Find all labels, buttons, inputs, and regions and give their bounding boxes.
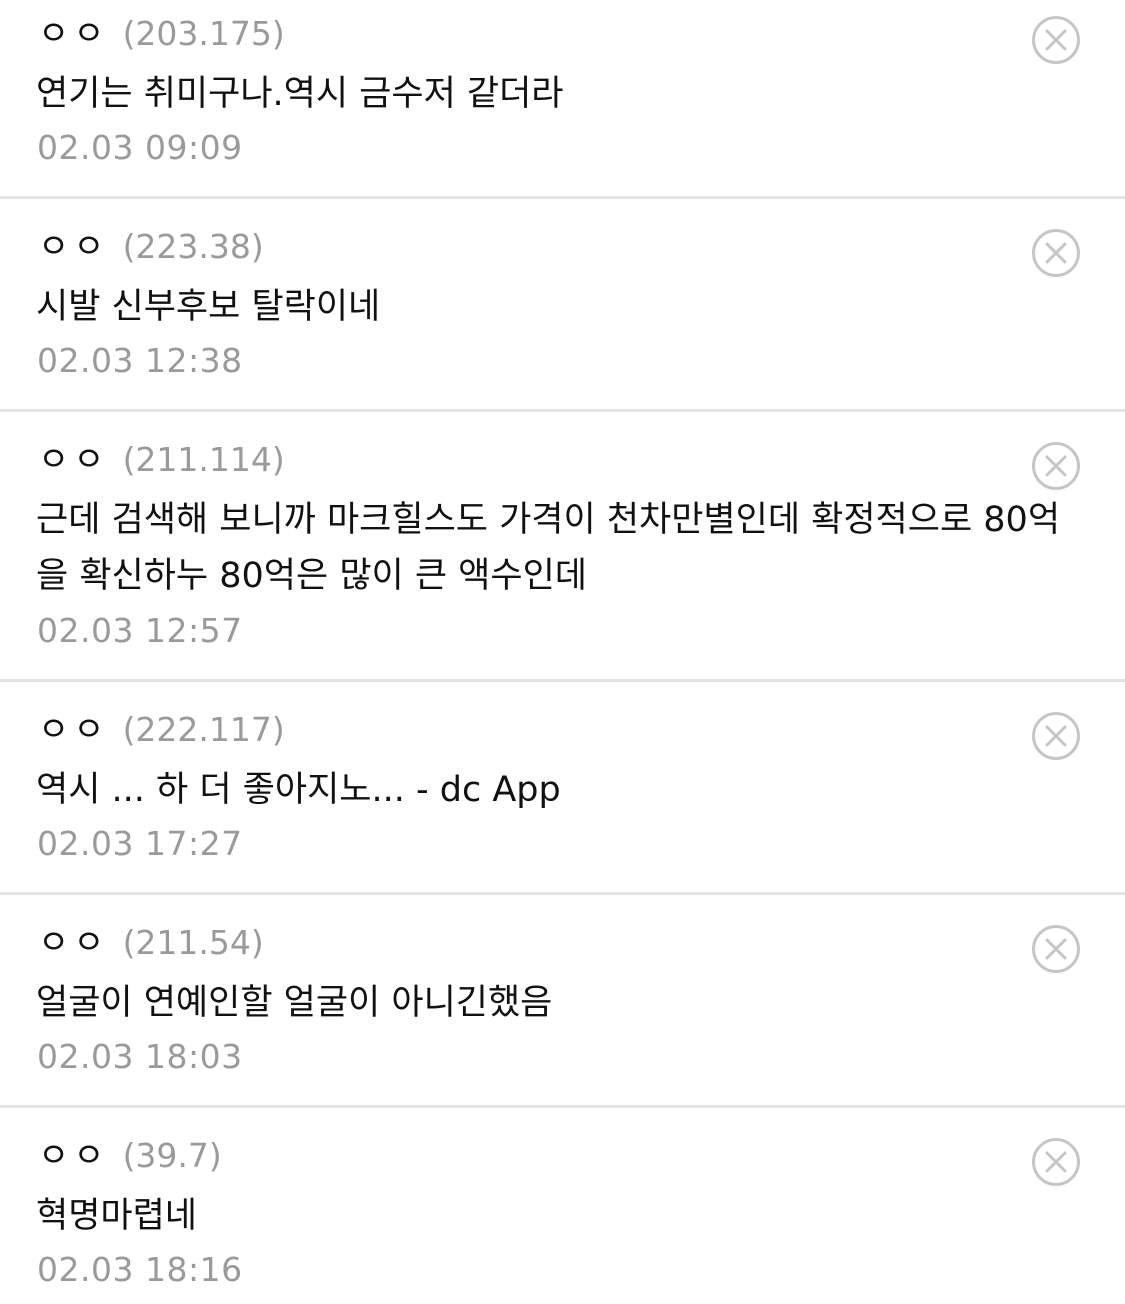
close-circle-icon <box>1032 925 1080 973</box>
delete-comment-button[interactable] <box>1031 228 1081 278</box>
close-circle-icon <box>1032 1138 1080 1186</box>
delete-comment-button[interactable] <box>1031 711 1081 761</box>
comment-item: ㅇㅇ (211.114) 근데 검색해 보니까 마크힐스도 가격이 천차만별인데… <box>0 412 1125 682</box>
comment-text: 혁명마렵네 <box>36 1196 198 1236</box>
delete-comment-button[interactable] <box>1031 15 1081 65</box>
comment-date: 02.03 18:03 <box>37 1037 243 1076</box>
comment-ip: (211.114) <box>122 440 285 479</box>
comment-date: 02.03 12:38 <box>37 341 243 380</box>
delete-comment-button[interactable] <box>1031 441 1081 491</box>
comment-item: ㅇㅇ (222.117) 역시 ... 하 더 좋아지노... - dc App… <box>0 682 1125 895</box>
close-circle-icon <box>1032 16 1080 64</box>
comment-ip: (39.7) <box>122 1136 222 1175</box>
delete-comment-button[interactable] <box>1031 924 1081 974</box>
comment-text: 얼굴이 연예인할 얼굴이 아니긴했음 <box>36 983 553 1023</box>
comment-nickname[interactable]: ㅇㅇ <box>38 219 109 268</box>
delete-comment-button[interactable] <box>1031 1137 1081 1187</box>
comment-nickname[interactable]: ㅇㅇ <box>38 6 109 55</box>
comment-item: ㅇㅇ (211.54) 얼굴이 연예인할 얼굴이 아니긴했음 02.03 18:… <box>0 895 1125 1108</box>
comment-ip: (223.38) <box>122 227 264 266</box>
comment-date: 02.03 09:09 <box>37 128 243 167</box>
comment-nickname[interactable]: ㅇㅇ <box>38 915 109 964</box>
comment-item: ㅇㅇ (223.38) 시발 신부후보 탈락이네 02.03 12:38 <box>0 199 1125 412</box>
comment-date: 02.03 18:16 <box>37 1250 243 1289</box>
comment-nickname[interactable]: ㅇㅇ <box>38 1128 109 1177</box>
comment-header: ㅇㅇ (223.38) <box>38 219 264 268</box>
close-circle-icon <box>1032 229 1080 277</box>
comment-ip: (203.175) <box>122 14 285 53</box>
comment-header: ㅇㅇ (39.7) <box>38 1128 222 1177</box>
comment-header: ㅇㅇ (211.114) <box>38 432 285 481</box>
comment-item: ㅇㅇ (39.7) 혁명마렵네 02.03 18:16 <box>0 1108 1125 1304</box>
comment-text: 시발 신부후보 탈락이네 <box>36 287 381 327</box>
comment-date: 02.03 12:57 <box>37 611 243 650</box>
comment-text: 연기는 취미구나.역시 금수저 같더라 <box>36 74 564 114</box>
comment-ip: (211.54) <box>122 923 264 962</box>
close-circle-icon <box>1032 442 1080 490</box>
comment-item: ㅇㅇ (203.175) 연기는 취미구나.역시 금수저 같더라 02.03 0… <box>0 0 1125 199</box>
close-circle-icon <box>1032 712 1080 760</box>
comment-header: ㅇㅇ (222.117) <box>38 702 285 751</box>
comment-date: 02.03 17:27 <box>37 824 243 863</box>
comment-list: ㅇㅇ (203.175) 연기는 취미구나.역시 금수저 같더라 02.03 0… <box>0 0 1125 1304</box>
comment-nickname[interactable]: ㅇㅇ <box>38 432 109 481</box>
comment-header: ㅇㅇ (203.175) <box>38 6 285 55</box>
comment-ip: (222.117) <box>122 710 285 749</box>
comment-header: ㅇㅇ (211.54) <box>38 915 264 964</box>
comment-text: 근데 검색해 보니까 마크힐스도 가격이 천차만별인데 확정적으로 80억을 확… <box>36 500 1061 596</box>
comment-text: 역시 ... 하 더 좋아지노... - dc App <box>36 770 561 810</box>
comment-nickname[interactable]: ㅇㅇ <box>38 702 109 751</box>
